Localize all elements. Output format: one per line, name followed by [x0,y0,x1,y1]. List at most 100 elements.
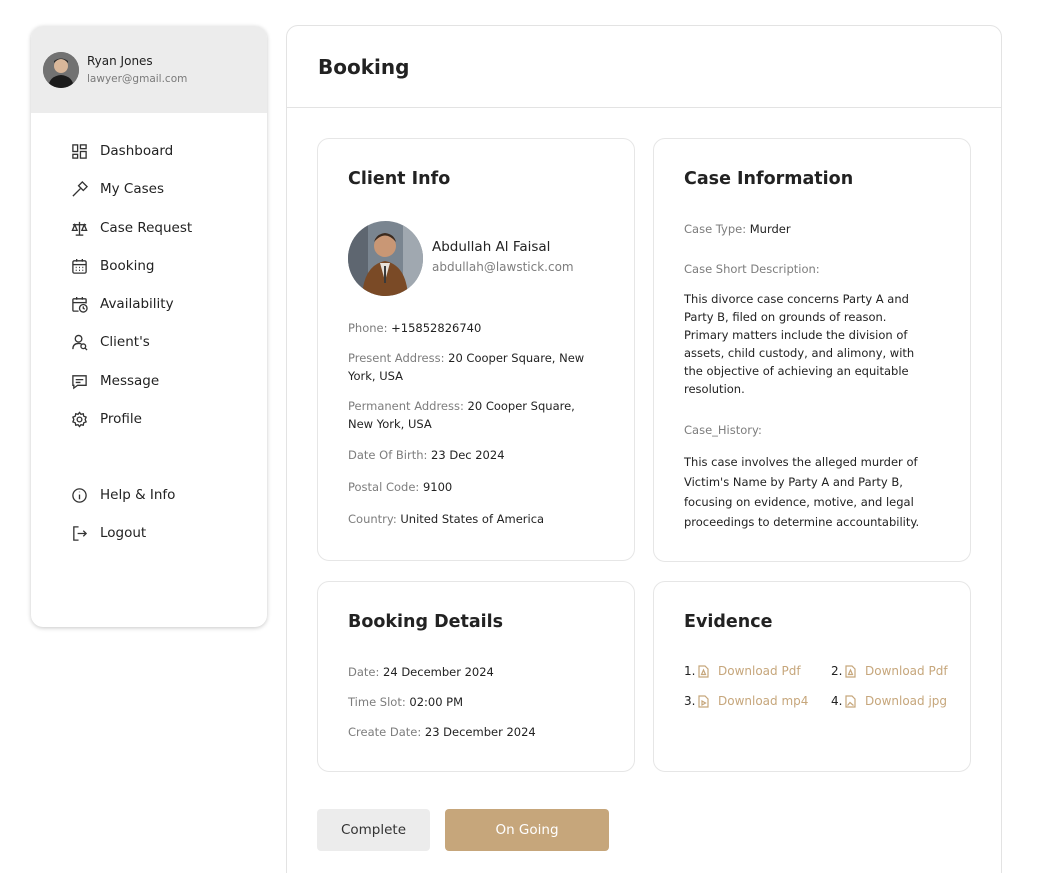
client-email: abdullah@lawstick.com [432,260,574,274]
sidebar: Ryan Jones lawyer@gmail.com Dashboard My… [31,26,267,627]
client-name: Abdullah Al Faisal [432,239,551,255]
client-present-address: Present Address: 20 Cooper Square, New Y… [348,349,608,385]
booking-create-date: Create Date: 23 December 2024 [348,723,536,741]
sidebar-item-label: Case Request [100,220,193,236]
download-link[interactable]: Download Pdf [718,664,801,678]
evidence-item[interactable]: 2. Download Pdf [831,664,948,678]
dashboard-icon [70,142,88,160]
sidebar-item-booking[interactable]: Booking [70,256,154,276]
field-value: 24 December 2024 [383,665,494,679]
field-value: Murder [749,222,791,236]
pdf-file-icon [845,664,859,678]
field-label: Time Slot: [348,695,406,709]
sidebar-item-my-cases[interactable]: My Cases [70,179,164,199]
calendar-clock-icon [70,295,88,313]
field-value: 20 Cooper Square, [467,399,575,413]
sidebar-item-availability[interactable]: Availability [70,294,174,314]
sidebar-item-label: My Cases [100,181,164,197]
field-label: Postal Code: [348,480,420,494]
evidence-item[interactable]: 1. Download Pdf [684,664,801,678]
sidebar-item-message[interactable]: Message [70,371,159,391]
sidebar-item-dashboard[interactable]: Dashboard [70,141,173,161]
image-file-icon [845,694,859,708]
card-title: Case Information [684,169,854,189]
evidence-number: 2. [831,664,843,678]
sidebar-item-clients[interactable]: Client's [70,332,150,352]
evidence-card: Evidence 1. Download Pdf 2. Download Pdf… [653,581,971,772]
client-permanent-address: Permanent Address: 20 Cooper Square, New… [348,397,608,433]
field-value: 20 Cooper Square, New [448,351,585,365]
client-info-card: Client Info Abdullah Al Faisal abdullah@… [317,138,635,561]
user-avatar [43,51,79,88]
field-value: United States of America [400,512,545,526]
pdf-file-icon [698,664,712,678]
scales-icon [70,219,88,237]
evidence-item[interactable]: 3. Download mp4 [684,694,808,708]
client-dob: Date Of Birth: 23 Dec 2024 [348,446,505,464]
evidence-number: 1. [684,664,696,678]
case-history: This case involves the alleged murder of… [684,455,920,529]
sidebar-item-label: Availability [100,296,174,312]
sidebar-item-label: Help & Info [100,487,176,503]
sidebar-item-label: Booking [100,258,155,274]
field-label: Country: [348,512,397,526]
field-label: Permanent Address: [348,399,464,413]
field-label: Case_History: [684,423,762,437]
chat-icon [70,372,88,390]
card-title: Evidence [684,612,773,632]
sidebar-item-case-request[interactable]: Case Request [70,218,192,238]
user-email: lawyer@gmail.com [87,72,188,85]
on-going-button[interactable]: On Going [445,809,609,851]
case-short-description-label: Case Short Description: [684,260,820,278]
case-info-card: Case Information Case Type: Murder Case … [653,138,971,562]
booking-details-card: Booking Details Date: 24 December 2024 T… [317,581,635,772]
field-label: Case Short Description: [684,262,820,276]
case-short-description: This divorce case concerns Party A and P… [684,292,915,396]
card-title: Client Info [348,169,451,189]
field-value: +15852826740 [391,321,482,335]
field-label: Phone: [348,321,388,335]
client-phone: Phone: +15852826740 [348,319,481,337]
logout-icon [70,524,88,542]
hammer-icon [70,180,88,198]
booking-date: Date: 24 December 2024 [348,663,494,681]
card-title: Booking Details [348,612,504,632]
evidence-item[interactable]: 4. Download jpg [831,694,947,708]
sidebar-item-label: Profile [100,411,142,427]
field-label: Present Address: [348,351,445,365]
case-type: Case Type: Murder [684,220,791,238]
field-value: 23 December 2024 [424,725,536,739]
field-value: 23 Dec 2024 [431,448,505,462]
field-value: 9100 [422,480,453,494]
field-value: York, USA [348,369,404,383]
sidebar-item-label: Dashboard [100,143,174,159]
sidebar-item-profile[interactable]: Profile [70,409,142,429]
evidence-number: 3. [684,694,696,708]
sidebar-item-label: Logout [100,525,147,541]
sidebar-item-logout[interactable]: Logout [70,523,146,543]
sidebar-item-help[interactable]: Help & Info [70,485,175,505]
user-search-icon [70,333,88,351]
calendar-icon [70,257,88,275]
field-value: 02:00 PM [409,695,464,709]
field-label: Create Date: [348,725,422,739]
client-country: Country: United States of America [348,510,544,528]
download-link[interactable]: Download mp4 [718,694,808,708]
page-title: Booking [318,54,410,79]
download-link[interactable]: Download Pdf [865,664,948,678]
case-history-label: Case_History: [684,421,762,439]
complete-button[interactable]: Complete [317,809,430,851]
sidebar-item-label: Client's [100,334,150,350]
field-label: Case Type: [684,222,747,236]
video-file-icon [698,694,712,708]
user-name: Ryan Jones [87,53,153,68]
info-icon [70,486,88,504]
page-header: Booking [287,26,1001,108]
user-profile-header: Ryan Jones lawyer@gmail.com [31,26,267,113]
sidebar-item-label: Message [100,373,160,389]
client-avatar [348,221,423,296]
download-link[interactable]: Download jpg [865,694,947,708]
booking-time-slot: Time Slot: 02:00 PM [348,693,463,711]
gear-icon [70,410,88,428]
field-label: Date Of Birth: [348,448,428,462]
